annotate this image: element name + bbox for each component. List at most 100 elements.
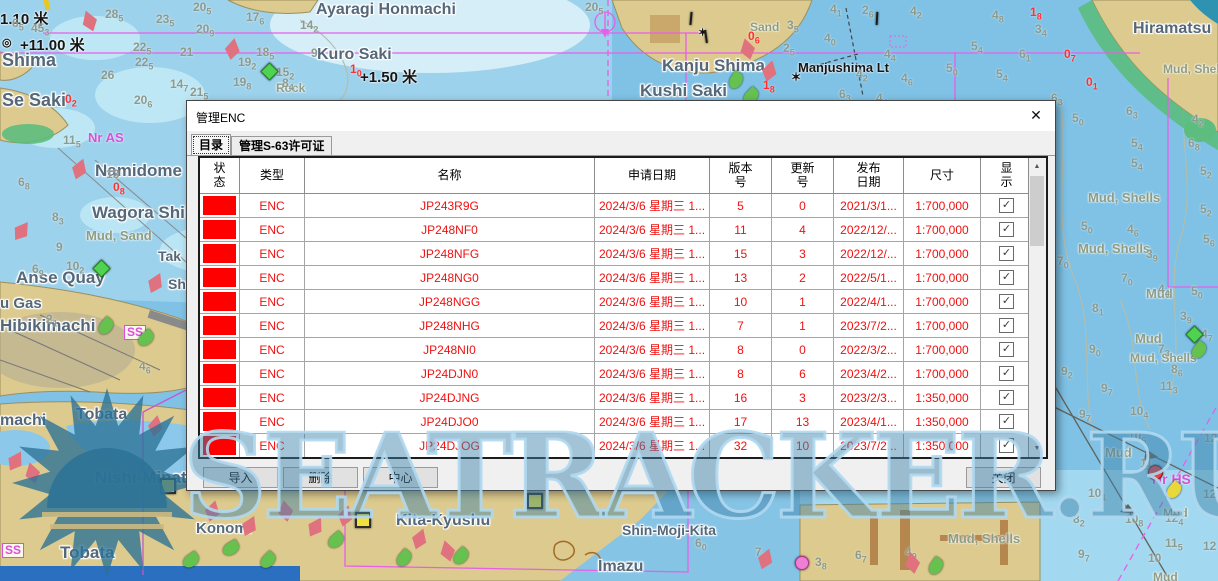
status-red-block xyxy=(203,220,236,239)
table-cell: 2024/3/6 星期三 1... xyxy=(595,314,710,337)
display-checkbox[interactable]: ✓ xyxy=(999,390,1014,405)
display-checkbox[interactable]: ✓ xyxy=(999,414,1014,429)
table-cell: 32 xyxy=(710,434,772,457)
table-row[interactable]: ENCJP248NGG2024/3/6 星期三 1...1012022/4/1.… xyxy=(200,290,1046,314)
display-cell: ✓ xyxy=(981,386,1033,409)
table-cell: ENC xyxy=(240,218,305,241)
display-checkbox[interactable]: ✓ xyxy=(999,438,1014,453)
status-cell xyxy=(200,386,240,409)
table-cell: 2024/3/6 星期三 1... xyxy=(595,290,710,313)
table-cell: 2023/7/2... xyxy=(834,434,904,457)
table-cell: 2022/12/... xyxy=(834,218,904,241)
display-cell: ✓ xyxy=(981,362,1033,385)
close-icon[interactable]: ✕ xyxy=(1023,104,1049,126)
status-red-block xyxy=(203,196,236,215)
table-cell: 2023/4/2... xyxy=(834,362,904,385)
display-checkbox[interactable]: ✓ xyxy=(999,270,1014,285)
center-button[interactable]: 中心 xyxy=(363,467,438,488)
delete-button[interactable]: 删除 xyxy=(283,467,358,488)
table-row[interactable]: ENCJP243R9G2024/3/6 星期三 1...502021/3/1..… xyxy=(200,194,1046,218)
scroll-down-icon[interactable]: ▼ xyxy=(1029,440,1045,457)
table-row[interactable]: ENCJP248NHG2024/3/6 星期三 1...712023/7/2..… xyxy=(200,314,1046,338)
table-cell: ENC xyxy=(240,338,305,361)
table-cell: JP248NFG xyxy=(305,242,595,265)
table-cell: 1:700,000 xyxy=(904,458,981,459)
table-cell: 13 xyxy=(710,266,772,289)
dialog-title: 管理ENC xyxy=(196,109,245,126)
table-cell: 10 xyxy=(710,290,772,313)
display-cell: ✓ xyxy=(981,194,1033,217)
table-row[interactable]: ENCJP248NF02024/3/6 星期三 1...1142022/12/.… xyxy=(200,218,1046,242)
display-cell: ✓ xyxy=(981,242,1033,265)
import-button[interactable]: 导入 xyxy=(203,467,278,488)
table-cell: 2024/3/6 星期三 1... xyxy=(595,410,710,433)
display-cell: ✓ xyxy=(981,218,1033,241)
tab-bar: 目录管理S-63许可证 xyxy=(191,134,332,155)
table-cell: 2024/3/6 星期三 1... xyxy=(595,242,710,265)
table-cell: JP24DJOG xyxy=(305,434,595,457)
column-header[interactable]: 类型 xyxy=(240,158,305,193)
table-cell: JP248NG0 xyxy=(305,266,595,289)
dialog-titlebar[interactable]: 管理ENC ✕ xyxy=(187,101,1055,131)
column-header[interactable]: 名称 xyxy=(305,158,595,193)
status-red-block xyxy=(203,316,236,335)
close-button[interactable]: 关闭 xyxy=(966,467,1041,488)
table-cell: 15 xyxy=(710,242,772,265)
table-cell: 1 xyxy=(772,314,834,337)
vertical-scrollbar[interactable]: ▲ ▼ xyxy=(1028,158,1046,457)
status-red-block xyxy=(203,436,236,455)
tab-catalog[interactable]: 目录 xyxy=(191,134,231,156)
status-red-block xyxy=(203,292,236,311)
status-cell xyxy=(200,458,240,459)
table-cell: 1:700,000 xyxy=(904,218,981,241)
table-row[interactable]: ENCJP248NG02024/3/6 星期三 1...1322022/5/1.… xyxy=(200,266,1046,290)
table-row[interactable]: ENCJP248NFG2024/3/6 星期三 1...1532022/12/.… xyxy=(200,242,1046,266)
status-cell xyxy=(200,218,240,241)
table-cell: 2024/3/6 星期三 1... xyxy=(595,218,710,241)
display-cell: ✓ xyxy=(981,314,1033,337)
display-checkbox[interactable]: ✓ xyxy=(999,318,1014,333)
display-cell: ✓ xyxy=(981,290,1033,313)
status-cell xyxy=(200,266,240,289)
table-cell: 1:700,000 xyxy=(904,338,981,361)
scroll-thumb[interactable] xyxy=(1030,176,1044,246)
table-cell: 4 xyxy=(772,218,834,241)
table-cell: 2022/3/2... xyxy=(834,338,904,361)
table-row[interactable]: ENCJP24DJOG2024/3/6 星期三 1...32102023/7/2… xyxy=(200,434,1046,458)
column-header[interactable]: 状 态 xyxy=(200,158,240,193)
table-cell: ENC xyxy=(240,410,305,433)
status-red-block xyxy=(203,340,236,359)
table-cell: 2022/12/... xyxy=(834,242,904,265)
column-header[interactable]: 更新 号 xyxy=(772,158,834,193)
tab-s63-permits[interactable]: 管理S-63许可证 xyxy=(231,136,332,156)
table-row[interactable]: ENCJP24DJNG2024/3/6 星期三 1...1632023/2/3.… xyxy=(200,386,1046,410)
column-header[interactable]: 发布 日期 xyxy=(834,158,904,193)
table-row[interactable]: ENCJP248NI02024/3/6 星期三 1...802022/3/2..… xyxy=(200,338,1046,362)
table-cell: 1:350,000 xyxy=(904,386,981,409)
column-header[interactable]: 显 示 xyxy=(981,158,1033,193)
ecdis-screen: Ayaragi HonmachiKuro SakiKanju ShimaKush… xyxy=(0,0,1218,581)
table-cell: 2024/3/6 星期三 1... xyxy=(595,386,710,409)
display-checkbox[interactable]: ✓ xyxy=(999,222,1014,237)
display-checkbox[interactable]: ✓ xyxy=(999,198,1014,213)
table-cell: 5 xyxy=(710,194,772,217)
table-row[interactable]: ENCJP24DJP02024/3/6 星期三 1...2112023/7/2.… xyxy=(200,458,1046,459)
display-checkbox[interactable]: ✓ xyxy=(999,366,1014,381)
table-cell: 1:700,000 xyxy=(904,242,981,265)
scroll-up-icon[interactable]: ▲ xyxy=(1029,158,1045,175)
display-checkbox[interactable]: ✓ xyxy=(999,246,1014,261)
table-row[interactable]: ENCJP24DJN02024/3/6 星期三 1...862023/4/2..… xyxy=(200,362,1046,386)
column-header[interactable]: 申请日期 xyxy=(595,158,710,193)
column-header[interactable]: 版本 号 xyxy=(710,158,772,193)
display-checkbox[interactable]: ✓ xyxy=(999,294,1014,309)
status-cell xyxy=(200,290,240,313)
display-checkbox[interactable]: ✓ xyxy=(999,342,1014,357)
table-cell: JP248NI0 xyxy=(305,338,595,361)
column-header[interactable]: 尺寸 xyxy=(904,158,981,193)
table-cell: 2022/5/1... xyxy=(834,266,904,289)
table-cell: 2024/3/6 星期三 1... xyxy=(595,458,710,459)
table-row[interactable]: ENCJP24DJO02024/3/6 星期三 1...17132023/4/1… xyxy=(200,410,1046,434)
table-cell: JP248NHG xyxy=(305,314,595,337)
table-cell: ENC xyxy=(240,290,305,313)
status-red-block xyxy=(203,412,236,431)
